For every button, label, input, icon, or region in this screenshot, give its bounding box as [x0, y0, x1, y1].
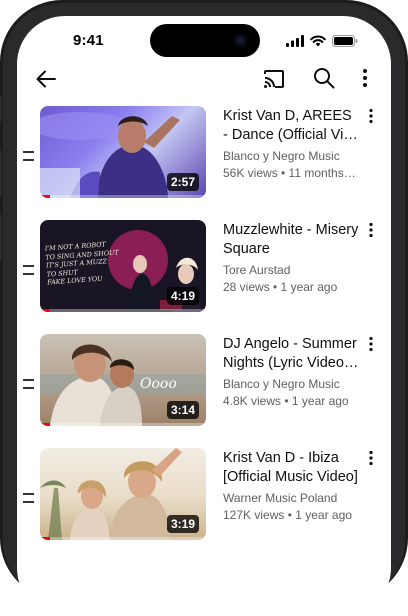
back-arrow-icon[interactable]	[35, 68, 57, 90]
drag-handle-icon[interactable]	[23, 379, 34, 389]
video-thumbnail[interactable]: 2:57	[40, 106, 206, 198]
video-info[interactable]: Krist Van D - Ibiza [Official Music Vide…	[223, 449, 363, 523]
cast-icon[interactable]	[263, 69, 285, 89]
cellular-signal-icon	[286, 35, 304, 47]
more-vert-icon[interactable]	[368, 108, 374, 124]
more-vert-icon[interactable]	[362, 68, 368, 88]
video-title[interactable]: DJ Angelo - Summer Nights (Lyric Video…	[223, 335, 363, 373]
video-thumbnail[interactable]: 3:19	[40, 448, 206, 540]
list-item[interactable]: 3:19 Krist Van D - Ibiza [Official Music…	[17, 447, 391, 561]
video-title[interactable]: Krist Van D, AREES - Dance (Official Vi…	[223, 107, 363, 145]
watch-progress-bar	[40, 309, 50, 312]
channel-name: Tore Aurstad	[223, 263, 291, 277]
video-title[interactable]: Muzzlewhite - Misery Square	[223, 221, 363, 259]
video-meta: 56K views • 11 months…	[223, 166, 356, 180]
channel-name: Blanco y Negro Music	[223, 377, 340, 391]
video-title[interactable]: Krist Van D - Ibiza [Official Music Vide…	[223, 449, 363, 487]
volume-up-button	[0, 150, 2, 198]
progress-track	[40, 309, 206, 312]
video-thumbnail[interactable]: Oooo 3:14	[40, 334, 206, 426]
volume-down-button	[0, 214, 2, 262]
status-time: 9:41	[73, 32, 104, 49]
battery-icon	[332, 35, 358, 47]
video-meta: 28 views • 1 year ago	[223, 280, 338, 294]
drag-handle-icon[interactable]	[23, 493, 34, 503]
thumbnail-overlay-text: Oooo	[140, 376, 177, 392]
watch-progress-bar	[40, 537, 50, 540]
duration-badge: 4:19	[166, 287, 199, 305]
more-vert-icon[interactable]	[368, 336, 374, 352]
drag-handle-icon[interactable]	[23, 151, 34, 161]
duration-badge: 3:14	[166, 401, 199, 419]
playlist-video-list: 2:57 Krist Van D, AREES - Dance (Officia…	[17, 105, 391, 561]
video-thumbnail[interactable]: I'M NOT A ROBOT TO SING AND SHOUT IT'S J…	[40, 220, 206, 312]
screen: 9:41 2:57 Krist Van D, AREES - Dance (Of…	[17, 16, 391, 616]
duration-badge: 2:57	[166, 173, 199, 191]
channel-name: Warner Music Poland	[223, 491, 338, 505]
action-button	[0, 96, 2, 122]
video-meta: 127K views • 1 year ago	[223, 508, 352, 522]
video-meta: 4.8K views • 1 year ago	[223, 394, 349, 408]
video-info[interactable]: DJ Angelo - Summer Nights (Lyric Video… …	[223, 335, 363, 409]
status-icons	[286, 35, 358, 47]
front-camera	[234, 34, 247, 47]
list-item[interactable]: I'M NOT A ROBOT TO SING AND SHOUT IT'S J…	[17, 219, 391, 333]
wifi-icon	[310, 35, 326, 47]
list-item[interactable]: 2:57 Krist Van D, AREES - Dance (Officia…	[17, 105, 391, 219]
progress-track	[40, 195, 206, 198]
duration-badge: 3:19	[166, 515, 199, 533]
video-info[interactable]: Krist Van D, AREES - Dance (Official Vi……	[223, 107, 363, 181]
drag-handle-icon[interactable]	[23, 265, 34, 275]
more-vert-icon[interactable]	[368, 222, 374, 238]
watch-progress-bar	[40, 423, 50, 426]
video-info[interactable]: Muzzlewhite - Misery Square Tore Aurstad…	[223, 221, 363, 295]
thumbnail-lyrics: I'M NOT A ROBOT TO SING AND SHOUT IT'S J…	[44, 240, 119, 287]
list-item[interactable]: Oooo 3:14 DJ Angelo - Summer Nights (Lyr…	[17, 333, 391, 447]
channel-name: Blanco y Negro Music	[223, 149, 340, 163]
more-vert-icon[interactable]	[368, 450, 374, 466]
progress-track	[40, 423, 206, 426]
dynamic-island	[150, 24, 260, 57]
progress-track	[40, 537, 206, 540]
watch-progress-bar	[40, 195, 50, 198]
app-bar	[17, 60, 391, 100]
search-icon[interactable]	[313, 67, 335, 89]
